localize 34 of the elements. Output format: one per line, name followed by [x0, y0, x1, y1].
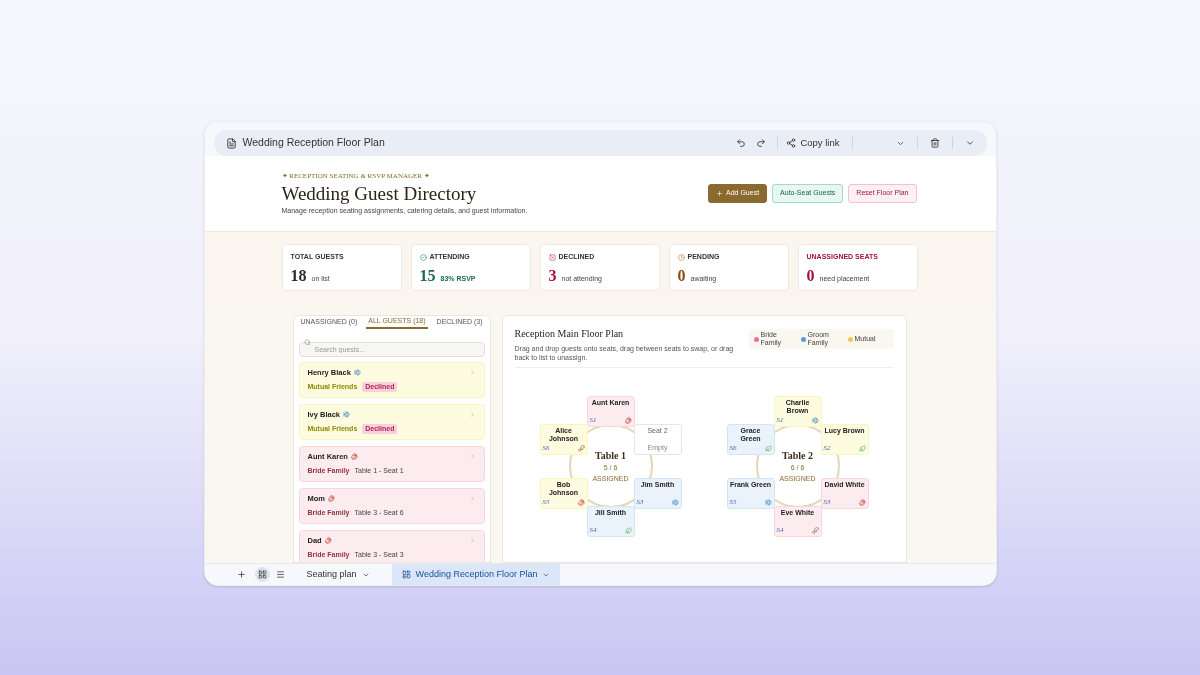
page-title: Wedding Guest Directory [281, 182, 478, 205]
chevron-right-icon [468, 410, 476, 418]
redo-icon [756, 138, 767, 148]
stat-value: 3 [548, 267, 557, 284]
undo-icon [736, 138, 747, 148]
chevron-right-icon [468, 536, 476, 544]
copy-link-button[interactable]: Copy link [786, 135, 840, 151]
share-icon [786, 138, 797, 148]
grid-icon [257, 570, 267, 579]
document-title: Wedding Reception Floor Plan [242, 135, 385, 151]
stat-value: 0 [806, 267, 815, 284]
stat-value: 0 [677, 267, 686, 284]
stat-value: 15 [419, 267, 436, 284]
collapse-button[interactable] [964, 138, 975, 148]
floor-plan-title: Reception Main Floor Plan [514, 327, 625, 341]
menu-icon [275, 570, 285, 579]
table-name: Table 2 [782, 449, 813, 463]
document-icon [225, 137, 237, 149]
table-name: Table 1 [595, 449, 626, 463]
stat-value: 18 [290, 267, 307, 284]
add-sheet-button[interactable] [236, 570, 246, 579]
chevron-right-icon [468, 452, 476, 460]
delete-button[interactable] [929, 138, 940, 148]
trash-icon [929, 138, 940, 148]
dashboard-icon [401, 570, 411, 579]
sheet-tab[interactable]: Wedding Reception Floor Plan [391, 563, 561, 585]
chevron-down-icon [964, 138, 975, 148]
chevron-right-icon [468, 494, 476, 502]
grid-view-button[interactable] [254, 567, 270, 582]
plus-icon [716, 190, 723, 197]
menu-button[interactable] [275, 570, 285, 579]
chevron-right-icon [468, 368, 476, 376]
sheet-tab[interactable]: Seating plan [296, 563, 380, 585]
plus-icon [236, 570, 246, 579]
